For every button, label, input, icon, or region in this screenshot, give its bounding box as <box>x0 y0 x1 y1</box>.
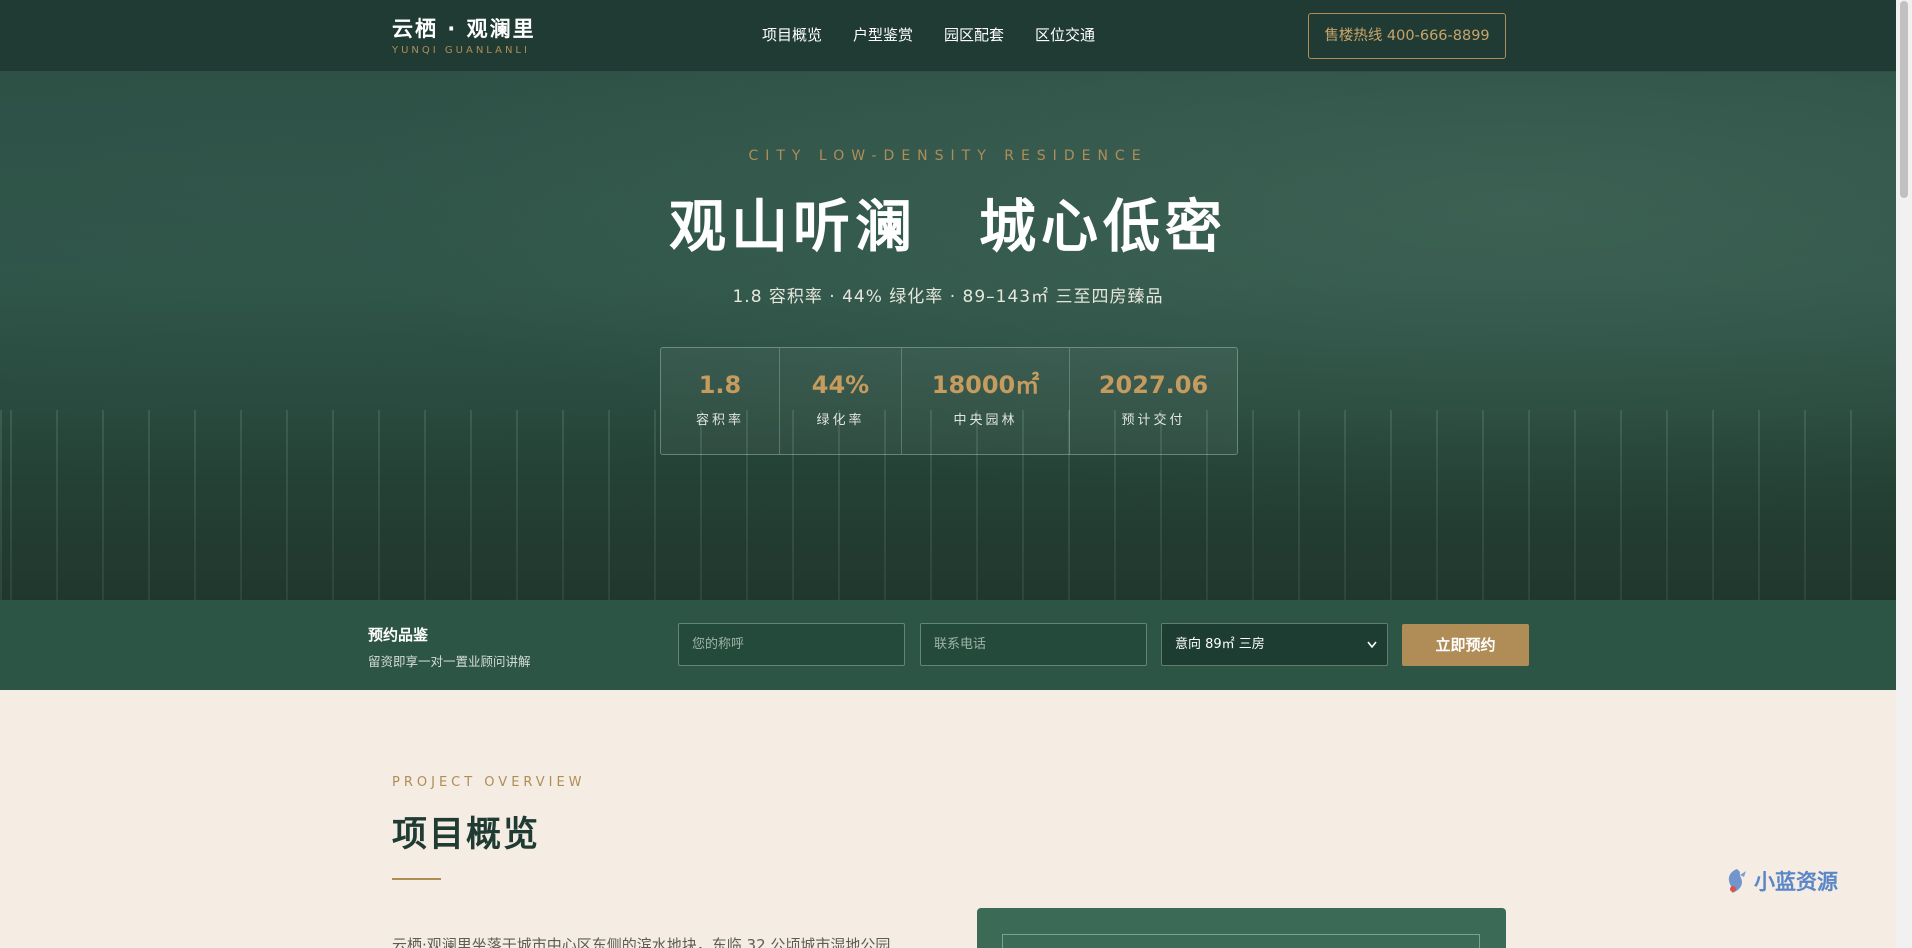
booking-bar: 预约品鉴 留资即享一对一置业顾问讲解 意向 89㎡ 三房 立即预约 <box>0 600 1896 690</box>
nav-item-floorplans[interactable]: 户型鉴赏 <box>853 25 913 45</box>
stat-item: 1.8 容积率 <box>661 348 780 454</box>
hero-subtitle: 1.8 容积率 · 44% 绿化率 · 89–143㎡ 三至四房臻品 <box>732 287 1164 307</box>
stat-value: 2027.06 <box>1098 371 1209 399</box>
hero-section: CITY LOW-DENSITY RESIDENCE 观山听澜 城心低密 1.8… <box>0 72 1896 600</box>
site-header: 云栖 · 观澜里 YUNQI GUANLANLI 项目概览 户型鉴赏 园区配套 … <box>0 0 1896 72</box>
page-scrollbar[interactable] <box>1896 0 1912 948</box>
scrollbar-thumb[interactable] <box>1900 1 1908 198</box>
hero-eyebrow: CITY LOW-DENSITY RESIDENCE <box>748 148 1148 164</box>
overview-card <box>977 908 1506 948</box>
stats-panel: 1.8 容积率 44% 绿化率 18000㎡ 中央园林 2027.06 预计交付 <box>660 347 1238 455</box>
hero-title: 观山听澜 城心低密 <box>669 194 1227 260</box>
overview-text: 云栖·观澜里坐落于城市中心区东侧的滨水地块，东临 32 公顷城市湿地公园 <box>392 936 891 948</box>
overview-title: 项目概览 <box>392 815 541 855</box>
booking-title: 预约品鉴 <box>368 626 429 644</box>
watermark-logo-icon <box>1724 867 1750 895</box>
watermark: 小蓝资源 <box>1724 866 1838 896</box>
phone-input[interactable] <box>920 623 1147 666</box>
stat-label: 预计交付 <box>1121 413 1186 428</box>
logo-title: 云栖 · 观澜里 <box>392 17 536 41</box>
nav-item-location[interactable]: 区位交通 <box>1035 25 1095 45</box>
watermark-text: 小蓝资源 <box>1754 870 1838 894</box>
stat-value: 1.8 <box>698 371 742 399</box>
nav-item-amenities[interactable]: 园区配套 <box>944 25 1004 45</box>
unit-type-select-value: 意向 89㎡ 三房 <box>1175 637 1265 652</box>
unit-type-select[interactable]: 意向 89㎡ 三房 <box>1161 623 1388 666</box>
overview-eyebrow: PROJECT OVERVIEW <box>392 775 586 790</box>
overview-card-frame <box>1002 934 1480 948</box>
logo-subtitle: YUNQI GUANLANLI <box>392 45 530 56</box>
stat-label: 容积率 <box>695 413 744 428</box>
stat-value: 44% <box>811 371 870 399</box>
stat-item: 44% 绿化率 <box>780 348 902 454</box>
main-nav: 项目概览 户型鉴赏 园区配套 区位交通 <box>762 25 1095 45</box>
booking-description: 留资即享一对一置业顾问讲解 <box>368 654 531 669</box>
stat-item: 2027.06 预计交付 <box>1070 348 1237 454</box>
hotline-button[interactable]: 售楼热线 400-666-8899 <box>1308 13 1506 59</box>
nav-item-overview[interactable]: 项目概览 <box>762 25 822 45</box>
stat-label: 绿化率 <box>816 413 865 428</box>
stat-value: 18000㎡ <box>931 371 1040 399</box>
chevron-down-icon <box>1367 624 1377 682</box>
name-input[interactable] <box>678 623 905 666</box>
overview-divider <box>392 878 441 880</box>
stat-label: 中央园林 <box>953 413 1018 428</box>
book-now-button[interactable]: 立即预约 <box>1402 624 1529 666</box>
logo[interactable]: 云栖 · 观澜里 YUNQI GUANLANLI <box>392 16 536 56</box>
stat-item: 18000㎡ 中央园林 <box>902 348 1070 454</box>
